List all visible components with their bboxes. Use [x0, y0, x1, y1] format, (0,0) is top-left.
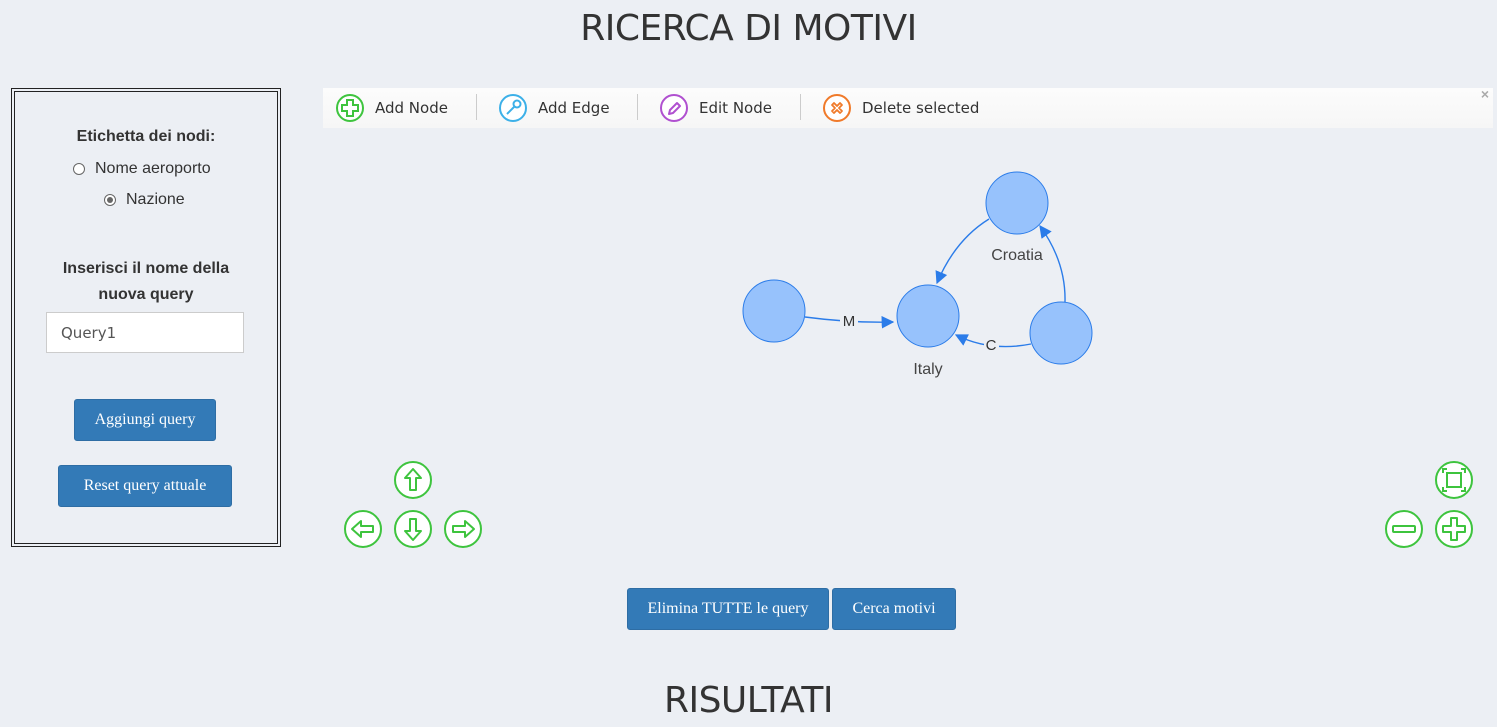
delete-selected-tool[interactable]: Delete selected [822, 94, 979, 122]
zoom-out-icon[interactable] [1384, 509, 1424, 549]
page-title: RICERCA DI MOTIVI [580, 8, 917, 49]
results-title: RISULTATI [663, 680, 834, 721]
query-name-heading-line2: nuova query [98, 286, 194, 303]
reset-query-button[interactable]: Reset query attuale [58, 465, 232, 507]
node-label-italy: Italy [913, 361, 942, 378]
add-query-button[interactable]: Aggiungi query [74, 399, 216, 441]
delete-all-queries-button[interactable]: Elimina TUTTE le query [627, 588, 829, 630]
toolbar-separator [637, 94, 638, 120]
graph-node[interactable] [742, 279, 806, 343]
graph-edge[interactable] [954, 334, 1032, 348]
search-motifs-button[interactable]: Cerca motivi [832, 588, 956, 630]
add-edge-icon [499, 94, 527, 122]
graph-edge[interactable] [804, 315, 895, 329]
graph-toolbar: Add Node Add Edge Edit Node Delete selec… [323, 86, 1493, 128]
query-name-input[interactable] [46, 312, 244, 353]
edge-label-bg [984, 337, 999, 353]
edit-pencil-icon [660, 94, 688, 122]
fit-icon[interactable] [1434, 460, 1474, 500]
add-edge-tool[interactable]: Add Edge [498, 94, 610, 122]
radio-nation[interactable]: Nazione [104, 191, 185, 209]
edit-node-tool[interactable]: Edit Node [659, 94, 772, 122]
add-node-tool[interactable]: Add Node [335, 94, 448, 122]
arrow-down-icon[interactable] [393, 509, 433, 549]
radio-airport-name[interactable]: Nome aeroporto [73, 160, 211, 178]
radio-airport-name-label: Nome aeroporto [95, 160, 211, 177]
add-node-label: Add Node [375, 99, 448, 117]
arrow-right-icon[interactable] [443, 509, 483, 549]
edit-node-label: Edit Node [699, 99, 772, 117]
graph-edge[interactable] [1039, 224, 1066, 303]
radio-airport-name-button[interactable] [73, 163, 85, 175]
radio-nation-label: Nazione [126, 191, 185, 208]
radio-nation-button[interactable] [104, 194, 116, 206]
edge-label-bg [840, 313, 858, 329]
edge-label: C [986, 337, 997, 354]
toolbar-separator [800, 94, 801, 120]
arrow-up-icon[interactable] [393, 460, 433, 500]
node-label-heading: Etichetta dei nodi: [76, 128, 216, 145]
arrow-left-icon[interactable] [343, 509, 383, 549]
query-name-heading-line1: Inserisci il nome della [62, 260, 230, 277]
graph-node[interactable] [1029, 301, 1093, 365]
delete-selected-label: Delete selected [862, 99, 980, 117]
delete-x-icon [823, 94, 851, 122]
add-node-icon [336, 94, 364, 122]
toolbar-separator [476, 94, 477, 120]
graph-node-italy[interactable] [896, 284, 960, 348]
graph-edge[interactable] [935, 218, 990, 285]
node-label-croatia: Croatia [991, 247, 1043, 264]
zoom-in-icon[interactable] [1434, 509, 1474, 549]
edge-label: M [843, 313, 856, 330]
graph-node-croatia[interactable] [985, 171, 1049, 235]
add-edge-label: Add Edge [538, 99, 610, 117]
close-toolbar-icon[interactable]: × [1481, 86, 1489, 102]
query-panel: Etichetta dei nodi: Nome aeroporto Nazio… [11, 88, 281, 547]
